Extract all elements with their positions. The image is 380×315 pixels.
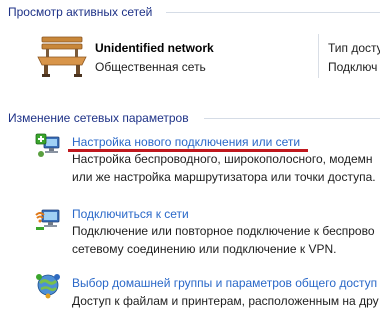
- description-line: или же настройка маршрутизатора или точк…: [72, 170, 376, 184]
- description-line: Доступ к файлам и принтерам, расположенн…: [72, 294, 379, 308]
- active-networks-title: Просмотр активных сетей: [8, 5, 153, 19]
- network-type-link[interactable]: Общественная сеть: [95, 60, 206, 74]
- column-divider: [318, 34, 319, 78]
- network-name: Unidentified network: [95, 41, 214, 55]
- change-settings-title: Изменение сетевых параметров: [8, 111, 189, 125]
- section-divider: [204, 118, 380, 119]
- public-network-bench-icon: [37, 36, 87, 77]
- setup-new-connection-description: Настройка беспроводного, широкополосного…: [72, 150, 376, 186]
- homegroup-sharing-link[interactable]: Выбор домашней группы и параметров общег…: [72, 276, 377, 290]
- homegroup-sharing-description: Доступ к файлам и принтерам, расположенн…: [72, 292, 379, 310]
- section-divider: [166, 12, 380, 13]
- change-settings-heading: Изменение сетевых параметров: [8, 110, 380, 126]
- access-type-label: Тип доступ: [328, 41, 380, 55]
- description-line: Подключение или повторное подключение к …: [72, 224, 375, 238]
- homegroup-icon[interactable]: [34, 271, 62, 299]
- new-connection-icon[interactable]: [34, 131, 62, 159]
- active-networks-heading: Просмотр активных сетей: [8, 4, 380, 20]
- setup-new-connection-link[interactable]: Настройка нового подключения или сети: [72, 135, 300, 149]
- connect-to-network-description: Подключение или повторное подключение к …: [72, 222, 375, 258]
- description-line: сетевому соединению или подключение к VP…: [72, 242, 337, 256]
- description-line: Настройка беспроводного, широкополосного…: [72, 152, 373, 166]
- connection-label: Подключ: [328, 60, 378, 74]
- connect-to-network-link[interactable]: Подключиться к сети: [72, 207, 189, 221]
- connect-network-icon[interactable]: [34, 205, 62, 233]
